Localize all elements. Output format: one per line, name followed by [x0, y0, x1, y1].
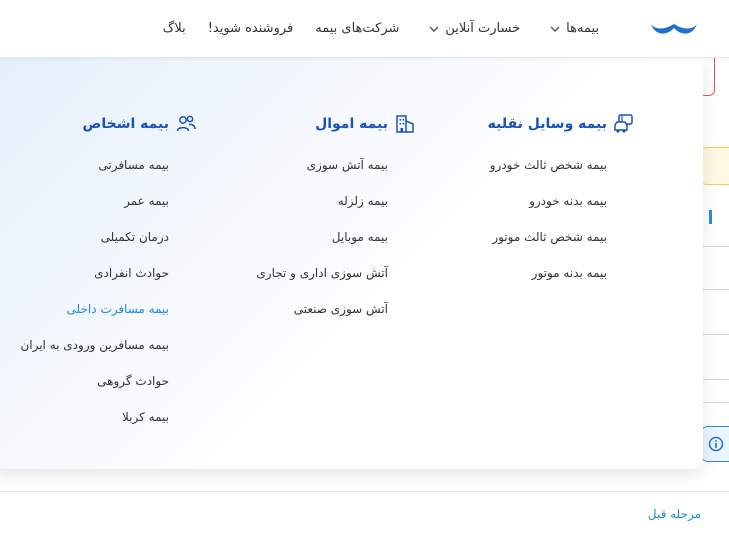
- menu-item-car-body[interactable]: بیمه بدنه خودرو: [529, 194, 607, 208]
- menu-item-individual-accident[interactable]: حوادث انفرادی: [94, 266, 169, 280]
- main-nav: بیمه‌ها خسارت آنلاین شرکت‌های بیمه فروشن…: [163, 0, 599, 57]
- chevron-down-icon: [429, 26, 439, 32]
- personal-insurance-heading[interactable]: بیمه اشخاص: [83, 113, 197, 135]
- nav-insurances[interactable]: بیمه‌ها: [550, 21, 599, 36]
- info-button[interactable]: [700, 426, 729, 462]
- background-section-marker: [709, 210, 712, 224]
- personal-insurance-title: بیمه اشخاص: [82, 116, 169, 132]
- menu-item-life[interactable]: بیمه عمر: [124, 194, 169, 208]
- top-navbar: بیمه‌ها خسارت آنلاین شرکت‌های بیمه فروشن…: [0, 0, 729, 58]
- vehicle-icon: [614, 114, 633, 133]
- menu-item-office-fire[interactable]: آتش سوزی اداری و تجاری: [256, 266, 388, 280]
- menu-item-travel[interactable]: بیمه مسافرتی: [98, 158, 169, 172]
- menu-item-third-party-car[interactable]: بیمه شخص ثالث خودرو: [490, 158, 607, 172]
- menu-item-industrial-fire[interactable]: آتش سوزی صنعتی: [294, 302, 388, 316]
- nav-insurances-label: بیمه‌ها: [566, 21, 599, 36]
- nav-blog-label: بلاگ: [162, 21, 186, 36]
- info-icon: [708, 436, 724, 452]
- menu-item-fire[interactable]: بیمه آتش سوزی: [307, 158, 388, 172]
- nav-insurance-companies-label: شرکت‌های بیمه: [315, 21, 400, 36]
- menu-item-karbala[interactable]: بیمه کربلا: [122, 410, 169, 424]
- nav-become-seller-label: فروشنده شوید!: [207, 21, 294, 36]
- nav-online-claims[interactable]: خسارت آنلاین: [429, 21, 520, 36]
- menu-item-earthquake[interactable]: بیمه زلزله: [338, 194, 388, 208]
- menu-item-inbound-travelers[interactable]: بیمه مسافرین ورودی به ایران: [20, 338, 169, 352]
- menu-item-group-accident[interactable]: حوادث گروهی: [97, 374, 169, 388]
- people-icon: [176, 115, 196, 132]
- menu-item-supplementary-health[interactable]: درمان تکمیلی: [101, 230, 169, 244]
- menu-item-motorcycle-body[interactable]: بیمه بدنه موتور: [532, 266, 607, 280]
- menu-item-third-party-motorcycle[interactable]: بیمه شخص ثالث موتور: [492, 230, 607, 244]
- property-insurance-heading[interactable]: بیمه اموال: [315, 113, 416, 135]
- building-icon: [396, 115, 414, 133]
- property-insurance-title: بیمه اموال: [315, 116, 388, 132]
- brand-logo[interactable]: [649, 16, 699, 40]
- nav-blog[interactable]: بلاگ: [163, 21, 186, 36]
- insurance-mega-menu: بیمه وسایل نقلیه بیمه شخص ثالث خودرو بیم…: [0, 57, 703, 469]
- bottom-actions: [0, 491, 729, 540]
- nav-online-claims-label: خسارت آنلاین: [445, 21, 521, 36]
- menu-item-domestic-travel[interactable]: بیمه مسافرت داخلی: [67, 302, 169, 316]
- vehicle-insurance-heading[interactable]: بیمه وسایل نقلیه: [488, 113, 635, 135]
- nav-insurance-companies[interactable]: شرکت‌های بیمه: [315, 21, 399, 36]
- menu-item-mobile[interactable]: بیمه موبایل: [332, 230, 388, 244]
- vehicle-insurance-title: بیمه وسایل نقلیه: [487, 116, 607, 132]
- nav-become-seller[interactable]: فروشنده شوید!: [208, 21, 294, 36]
- chevron-down-icon: [550, 26, 560, 32]
- previous-step-link[interactable]: مرحله قبل: [648, 507, 701, 521]
